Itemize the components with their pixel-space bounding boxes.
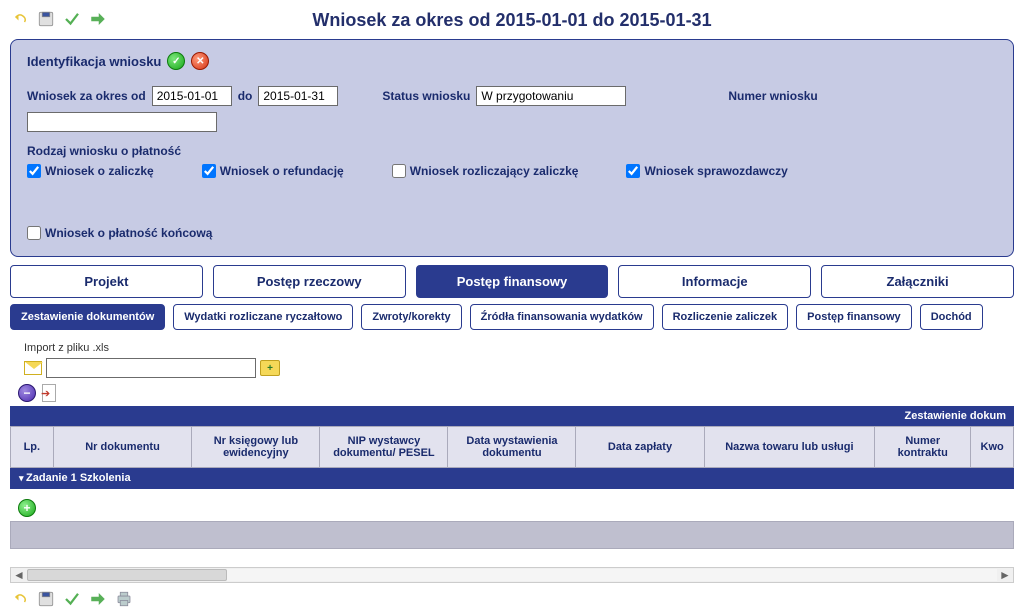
date-to-label: do <box>238 89 253 103</box>
summary-strip <box>10 521 1014 549</box>
subtab-zrodla[interactable]: Źródła finansowania wydatków <box>470 304 654 330</box>
toolbar-bottom <box>10 589 1014 609</box>
table-banner: Zestawienie dokum <box>10 406 1014 426</box>
print-icon[interactable] <box>114 589 134 609</box>
remove-row-icon[interactable] <box>18 384 36 402</box>
subtab-rozliczenie[interactable]: Rozliczenie zaliczek <box>662 304 789 330</box>
export-row-icon[interactable] <box>42 384 56 402</box>
page-title: Wniosek za okres od 2015-01-01 do 2015-0… <box>10 10 1014 31</box>
col-datawyst: Data wystawienia dokumentu <box>448 427 576 468</box>
check-koncowa[interactable]: Wniosek o płatność końcową <box>27 226 212 240</box>
tab-projekt[interactable]: Projekt <box>10 265 203 298</box>
scroll-track[interactable] <box>27 569 997 581</box>
scroll-right-icon[interactable]: ► <box>997 568 1013 582</box>
status-label: Status wniosku <box>382 89 470 103</box>
undo-icon-bottom[interactable] <box>10 589 30 609</box>
date-to-input[interactable] <box>258 86 338 106</box>
check-rozliczajacy[interactable]: Wniosek rozliczający zaliczkę <box>392 164 579 178</box>
import-label: Import z pliku .xls <box>24 342 1014 354</box>
validate-icon-bottom[interactable] <box>62 589 82 609</box>
check-refundacja[interactable]: Wniosek o refundację <box>202 164 344 178</box>
check-refundacja-box[interactable] <box>202 164 216 178</box>
subtab-wydatki[interactable]: Wydatki rozliczane ryczałtowo <box>173 304 353 330</box>
check-rozliczajacy-box[interactable] <box>392 164 406 178</box>
cancel-icon[interactable] <box>191 52 209 70</box>
col-nazwa: Nazwa towaru lub usługi <box>704 427 875 468</box>
col-nip: NIP wystawcy dokumentu/ PESEL <box>320 427 448 468</box>
save-icon[interactable] <box>36 9 56 29</box>
table-header: Lp. Nr dokumentu Nr księgowy lub ewidenc… <box>11 427 1014 468</box>
subtab-zestawienie[interactable]: Zestawienie dokumentów <box>10 304 165 330</box>
check-zaliczka-box[interactable] <box>27 164 41 178</box>
payment-type-label: Rodzaj wniosku o płatność <box>27 144 997 158</box>
subtab-postep[interactable]: Postęp finansowy <box>796 304 912 330</box>
document-table: Zestawienie dokum Lp. Nr dokumentu Nr ks… <box>10 406 1014 489</box>
status-input[interactable] <box>476 86 626 106</box>
validate-icon[interactable] <box>62 9 82 29</box>
row-actions <box>18 384 1014 402</box>
tab-informacje[interactable]: Informacje <box>618 265 811 298</box>
col-nrksiegowy: Nr księgowy lub ewidencyjny <box>192 427 320 468</box>
check-sprawozdawczy-box[interactable] <box>626 164 640 178</box>
col-datazapl: Data zapłaty <box>576 427 704 468</box>
date-from-label: Wniosek za okres od <box>27 89 146 103</box>
check-sprawozdawczy[interactable]: Wniosek sprawozdawczy <box>626 164 787 178</box>
main-tabs: Projekt Postęp rzeczowy Postęp finansowy… <box>10 265 1014 298</box>
subtab-dochod[interactable]: Dochód <box>920 304 983 330</box>
group-label: Zadanie 1 Szkolenia <box>26 472 131 484</box>
tab-postep-finansowy[interactable]: Postęp finansowy <box>416 265 609 298</box>
col-kwota: Kwo <box>971 427 1014 468</box>
undo-icon[interactable] <box>10 9 30 29</box>
import-file-input[interactable] <box>46 358 256 378</box>
import-section: Import z pliku .xls <box>24 342 1014 378</box>
forward-icon[interactable] <box>88 9 108 29</box>
panel-title: Identyfikacja wniosku <box>27 54 161 69</box>
horizontal-scrollbar[interactable]: ◄ ► <box>10 567 1014 583</box>
col-lp: Lp. <box>11 427 54 468</box>
check-zaliczka[interactable]: Wniosek o zaliczkę <box>27 164 154 178</box>
tab-zalaczniki[interactable]: Załączniki <box>821 265 1014 298</box>
confirm-icon[interactable] <box>167 52 185 70</box>
check-koncowa-box[interactable] <box>27 226 41 240</box>
payment-type-checks: Wniosek o zaliczkę Wniosek o refundację … <box>27 164 997 240</box>
folder-add-icon[interactable] <box>260 360 280 376</box>
table-group-row[interactable]: Zadanie 1 Szkolenia <box>11 468 1014 489</box>
mail-icon[interactable] <box>24 361 42 375</box>
tab-postep-rzeczowy[interactable]: Postęp rzeczowy <box>213 265 406 298</box>
period-row: Wniosek za okres od do Status wniosku Nu… <box>27 86 997 132</box>
add-row-icon[interactable] <box>18 499 36 517</box>
forward-icon-bottom[interactable] <box>88 589 108 609</box>
sub-tabs: Zestawienie dokumentów Wydatki rozliczan… <box>10 304 1014 330</box>
save-icon-bottom[interactable] <box>36 589 56 609</box>
identification-panel: Identyfikacja wniosku Wniosek za okres o… <box>10 39 1014 257</box>
date-from-input[interactable] <box>152 86 232 106</box>
number-label: Numer wniosku <box>728 89 817 103</box>
subtab-zwroty[interactable]: Zwroty/korekty <box>361 304 461 330</box>
scroll-left-icon[interactable]: ◄ <box>11 568 27 582</box>
col-kontrakt: Numer kontraktu <box>875 427 971 468</box>
panel-header: Identyfikacja wniosku <box>27 52 997 70</box>
scroll-thumb[interactable] <box>27 569 227 581</box>
col-nrdok: Nr dokumentu <box>53 427 192 468</box>
number-input[interactable] <box>27 112 217 132</box>
